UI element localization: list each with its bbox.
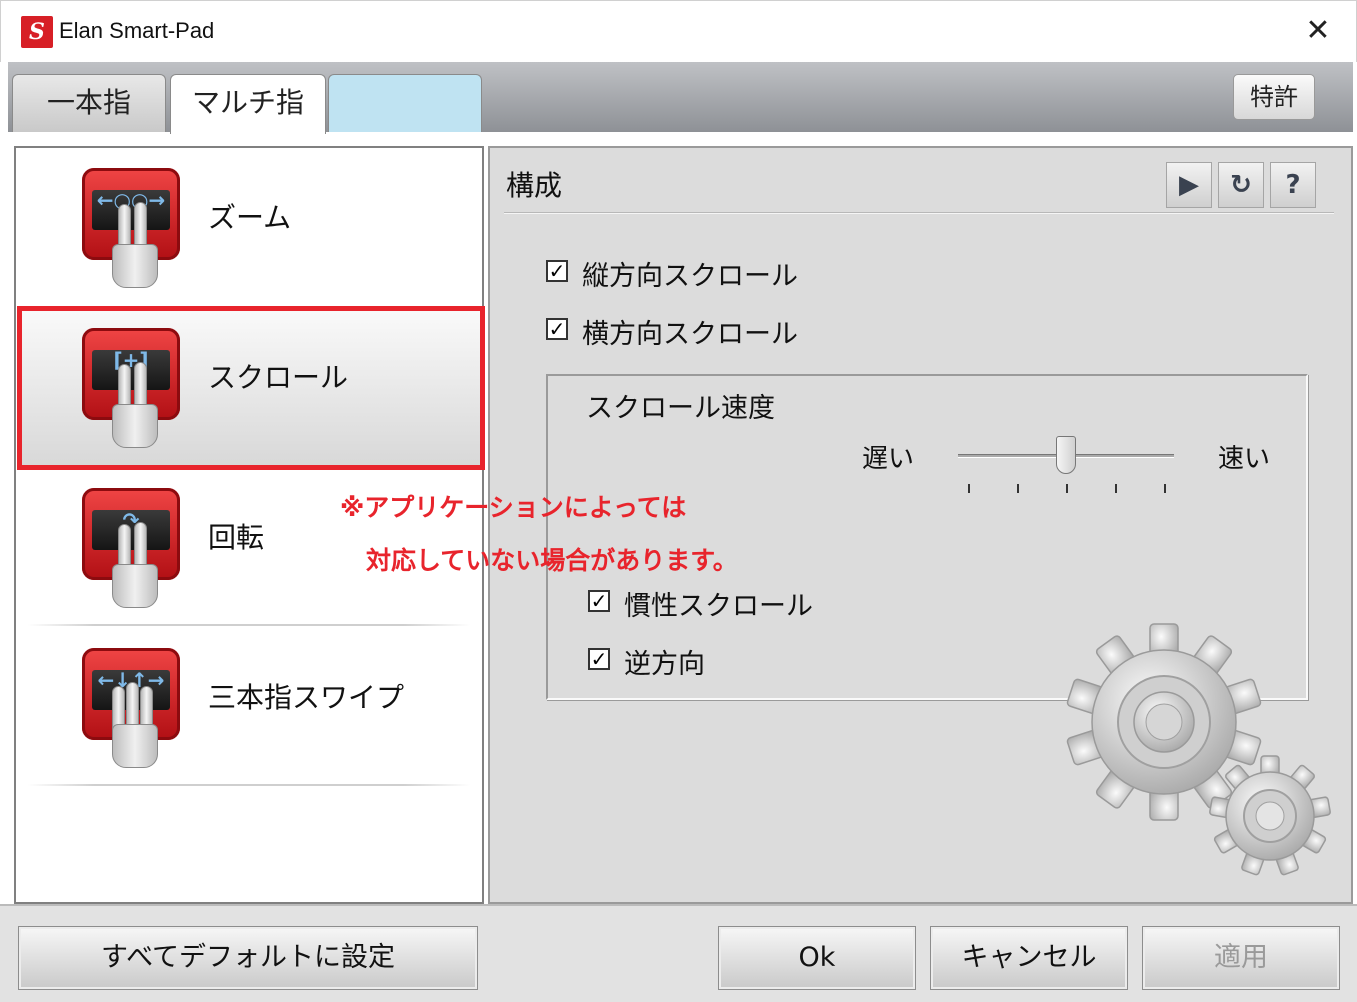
window-title: Elan Smart-Pad	[59, 18, 215, 43]
annotation-line-2: 対応していない場合があります。	[366, 546, 738, 575]
play-icon: ▶	[1179, 170, 1199, 200]
slider-tick	[1017, 484, 1019, 493]
speed-slider-thumb[interactable]	[1056, 436, 1076, 474]
selection-highlight	[17, 306, 485, 470]
apply-button[interactable]: 適用	[1142, 926, 1340, 990]
tab-bar: 一本指 マルチ指 特許	[8, 62, 1353, 134]
small-gear-icon	[1209, 755, 1331, 876]
slider-tick	[1164, 484, 1166, 493]
slow-label: 遅い	[862, 444, 915, 474]
horizontal-scroll-checkbox[interactable]: ✓	[546, 318, 568, 340]
play-button[interactable]: ▶	[1166, 162, 1212, 208]
zoom-gesture-icon: ←○○→	[82, 168, 182, 294]
slider-tick	[1066, 484, 1068, 493]
rotate-gesture-icon: ↷	[82, 488, 182, 614]
swipe-gesture-icon: ←↓↑→	[82, 648, 182, 774]
tab-multi-finger[interactable]: マルチ指	[170, 74, 326, 134]
reverse-label: 逆方向	[624, 649, 705, 680]
cancel-button[interactable]: キャンセル	[930, 926, 1128, 990]
tab-blank[interactable]	[328, 74, 482, 132]
refresh-icon: ↻	[1230, 170, 1252, 200]
reverse-checkbox[interactable]: ✓	[588, 648, 610, 670]
scroll-speed-title: スクロール速度	[586, 393, 775, 424]
config-title: 構成	[506, 169, 563, 202]
list-divider	[28, 624, 470, 626]
gesture-label: 回転	[208, 521, 265, 554]
gesture-item-three-finger-swipe[interactable]: ←↓↑→ 三本指スワイプ	[18, 628, 480, 786]
slider-tick	[1115, 484, 1117, 493]
gesture-item-zoom[interactable]: ←○○→ ズーム	[18, 148, 480, 306]
gesture-label: ズーム	[208, 201, 292, 234]
config-panel: 構成 ▶ ↻ ? ✓ 縦方向スクロール ✓ 横方向スクロール スクロール速度 遅…	[488, 146, 1353, 904]
help-button[interactable]: ?	[1270, 162, 1316, 208]
fast-label: 速い	[1218, 444, 1271, 474]
slider-tick	[968, 484, 970, 493]
horizontal-scroll-label: 横方向スクロール	[582, 319, 798, 350]
patent-button[interactable]: 特許	[1233, 74, 1315, 120]
divider	[504, 212, 1334, 214]
tab-one-finger[interactable]: 一本指	[12, 74, 166, 132]
reset-button[interactable]: ↻	[1218, 162, 1264, 208]
vertical-scroll-checkbox[interactable]: ✓	[546, 260, 568, 282]
help-icon: ?	[1285, 170, 1301, 200]
title-bar: S Elan Smart-Pad ✕	[0, 0, 1357, 62]
elan-logo-icon: S	[21, 16, 53, 48]
reset-defaults-button[interactable]: すべてデフォルトに設定	[18, 926, 478, 990]
button-bar: すべてデフォルトに設定 Ok キャンセル 適用	[0, 904, 1357, 1002]
list-divider	[28, 784, 470, 786]
gesture-label: 三本指スワイプ	[208, 681, 405, 714]
close-icon[interactable]: ✕	[1298, 11, 1338, 51]
annotation-line-1: ※アプリケーションによっては	[340, 493, 687, 522]
inertia-scroll-checkbox[interactable]: ✓	[588, 590, 610, 612]
inertia-scroll-label: 慣性スクロール	[624, 591, 813, 622]
ok-button[interactable]: Ok	[718, 926, 916, 990]
gesture-list: ←○○→ ズーム [+] スクロール ↷ 回転 ←↓↑→ 三本指スワイプ	[14, 146, 484, 904]
vertical-scroll-label: 縦方向スクロール	[582, 261, 798, 292]
